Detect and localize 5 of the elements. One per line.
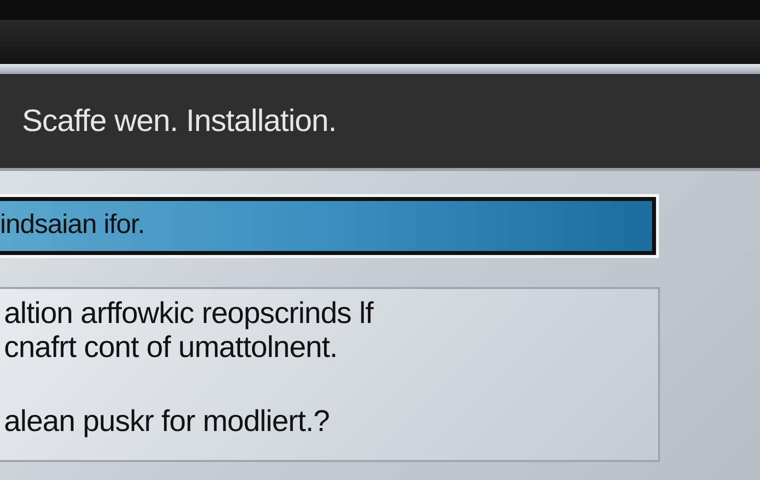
progress-label: indsaian ifor. <box>0 209 145 240</box>
message-text: cnafrt cont of umattolnent. <box>4 331 338 365</box>
window-title: Scaffe wen. Installation. <box>22 103 336 139</box>
question-text: alean puskr for modliert.? <box>4 405 330 439</box>
message-text: altion arffowkic reopscrinds lf <box>4 297 375 331</box>
